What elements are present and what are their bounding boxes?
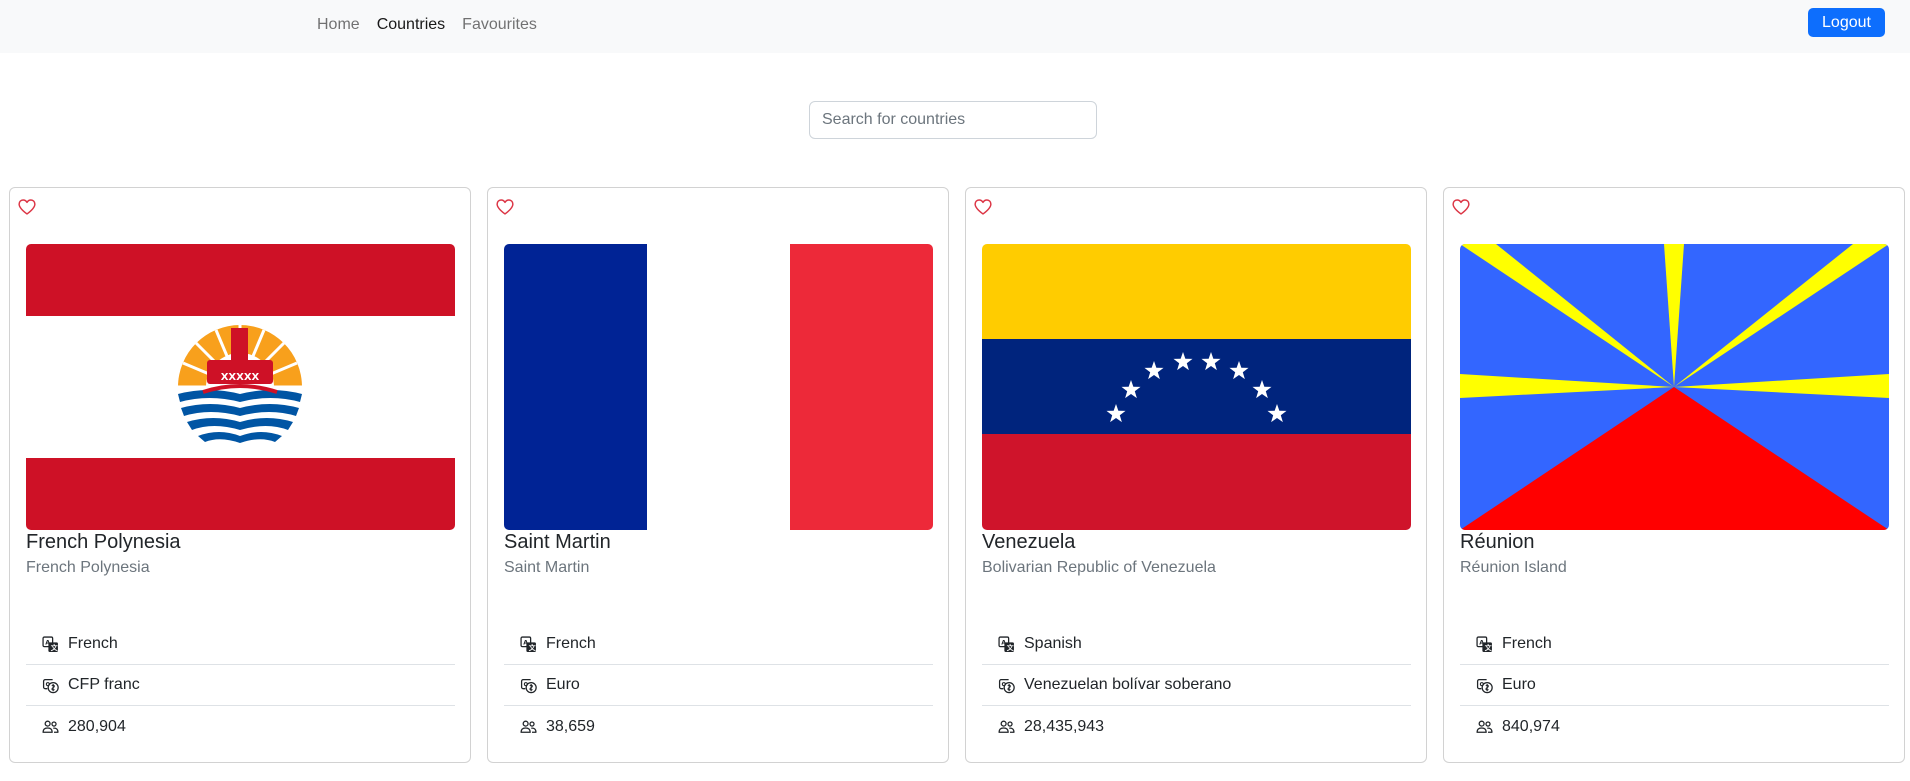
population-value: 280,904	[68, 717, 126, 735]
country-official-name: Bolivarian Republic of Venezuela	[982, 559, 1216, 576]
language-value: Spanish	[1024, 635, 1082, 652]
people-icon	[998, 718, 1015, 735]
country-official-name: French Polynesia	[26, 559, 150, 576]
country-name: Réunion	[1460, 531, 1535, 553]
country-official-name: Saint Martin	[504, 559, 590, 576]
heart-icon[interactable]	[496, 198, 514, 216]
population-value: 28,435,943	[1024, 717, 1105, 735]
population-row: 38,659	[504, 706, 933, 747]
population-row: 28,435,943	[982, 706, 1411, 747]
nav-links: Home Countries Favourites	[317, 15, 537, 35]
country-info-list: French Euro 840,974	[1460, 624, 1889, 747]
population-row: 840,974	[1460, 706, 1889, 747]
language-row: French	[26, 624, 455, 665]
reunion-flag	[1460, 244, 1889, 530]
currency-icon	[520, 677, 537, 694]
currency-row: Venezuelan bolívar soberano	[982, 665, 1411, 706]
country-info-list: French CFP franc 280,904	[26, 624, 455, 747]
language-row: Spanish	[982, 624, 1411, 665]
venezuela-flag	[982, 244, 1411, 530]
population-value: 38,659	[546, 717, 595, 735]
currency-row: Euro	[1460, 665, 1889, 706]
country-info-list: Spanish Venezuelan bolívar soberano 28,4…	[982, 624, 1411, 747]
population-value: 840,974	[1502, 717, 1560, 735]
currency-row: Euro	[504, 665, 933, 706]
svg-text:XXXXX: XXXXX	[221, 372, 260, 383]
country-card-venezuela: Venezuela Bolivarian Republic of Venezue…	[965, 187, 1427, 763]
heart-icon[interactable]	[1452, 198, 1470, 216]
logout-button[interactable]: Logout	[1808, 8, 1885, 37]
language-value: French	[68, 635, 118, 652]
country-card-reunion: Réunion Réunion Island French Euro 840,9…	[1443, 187, 1905, 763]
language-value: French	[546, 635, 596, 652]
translate-icon	[1476, 636, 1493, 653]
people-icon	[520, 718, 537, 735]
currency-value: Euro	[1502, 676, 1536, 693]
nav-link-home[interactable]: Home	[317, 15, 360, 35]
translate-icon	[998, 636, 1015, 653]
people-icon	[1476, 718, 1493, 735]
country-name: Saint Martin	[504, 531, 611, 553]
currency-value: Euro	[546, 676, 580, 693]
currency-icon	[42, 677, 59, 694]
currency-row: CFP franc	[26, 665, 455, 706]
saint-martin-flag	[504, 244, 933, 530]
country-card-saint-martin: Saint Martin Saint Martin French Euro 38…	[487, 187, 949, 763]
top-navbar: Home Countries Favourites Logout	[0, 0, 1910, 53]
country-name: French Polynesia	[26, 531, 181, 553]
translate-icon	[520, 636, 537, 653]
language-row: French	[504, 624, 933, 665]
country-official-name: Réunion Island	[1460, 559, 1567, 576]
french-polynesia-flag: XXXXX	[26, 244, 455, 530]
language-value: French	[1502, 635, 1552, 652]
heart-icon[interactable]	[18, 198, 36, 216]
currency-icon	[1476, 677, 1493, 694]
country-info-list: French Euro 38,659	[504, 624, 933, 747]
currency-value: Venezuelan bolívar soberano	[1024, 676, 1232, 693]
population-row: 280,904	[26, 706, 455, 747]
country-card-french-polynesia: XXXXX French Polynesia French Polynesia …	[9, 187, 471, 763]
country-name: Venezuela	[982, 531, 1076, 553]
language-row: French	[1460, 624, 1889, 665]
currency-value: CFP franc	[68, 676, 140, 693]
currency-icon	[998, 677, 1015, 694]
nav-link-countries[interactable]: Countries	[377, 15, 445, 35]
search-input[interactable]	[809, 101, 1097, 139]
nav-link-favourites[interactable]: Favourites	[462, 15, 537, 35]
people-icon	[42, 718, 59, 735]
heart-icon[interactable]	[974, 198, 992, 216]
translate-icon	[42, 636, 59, 653]
